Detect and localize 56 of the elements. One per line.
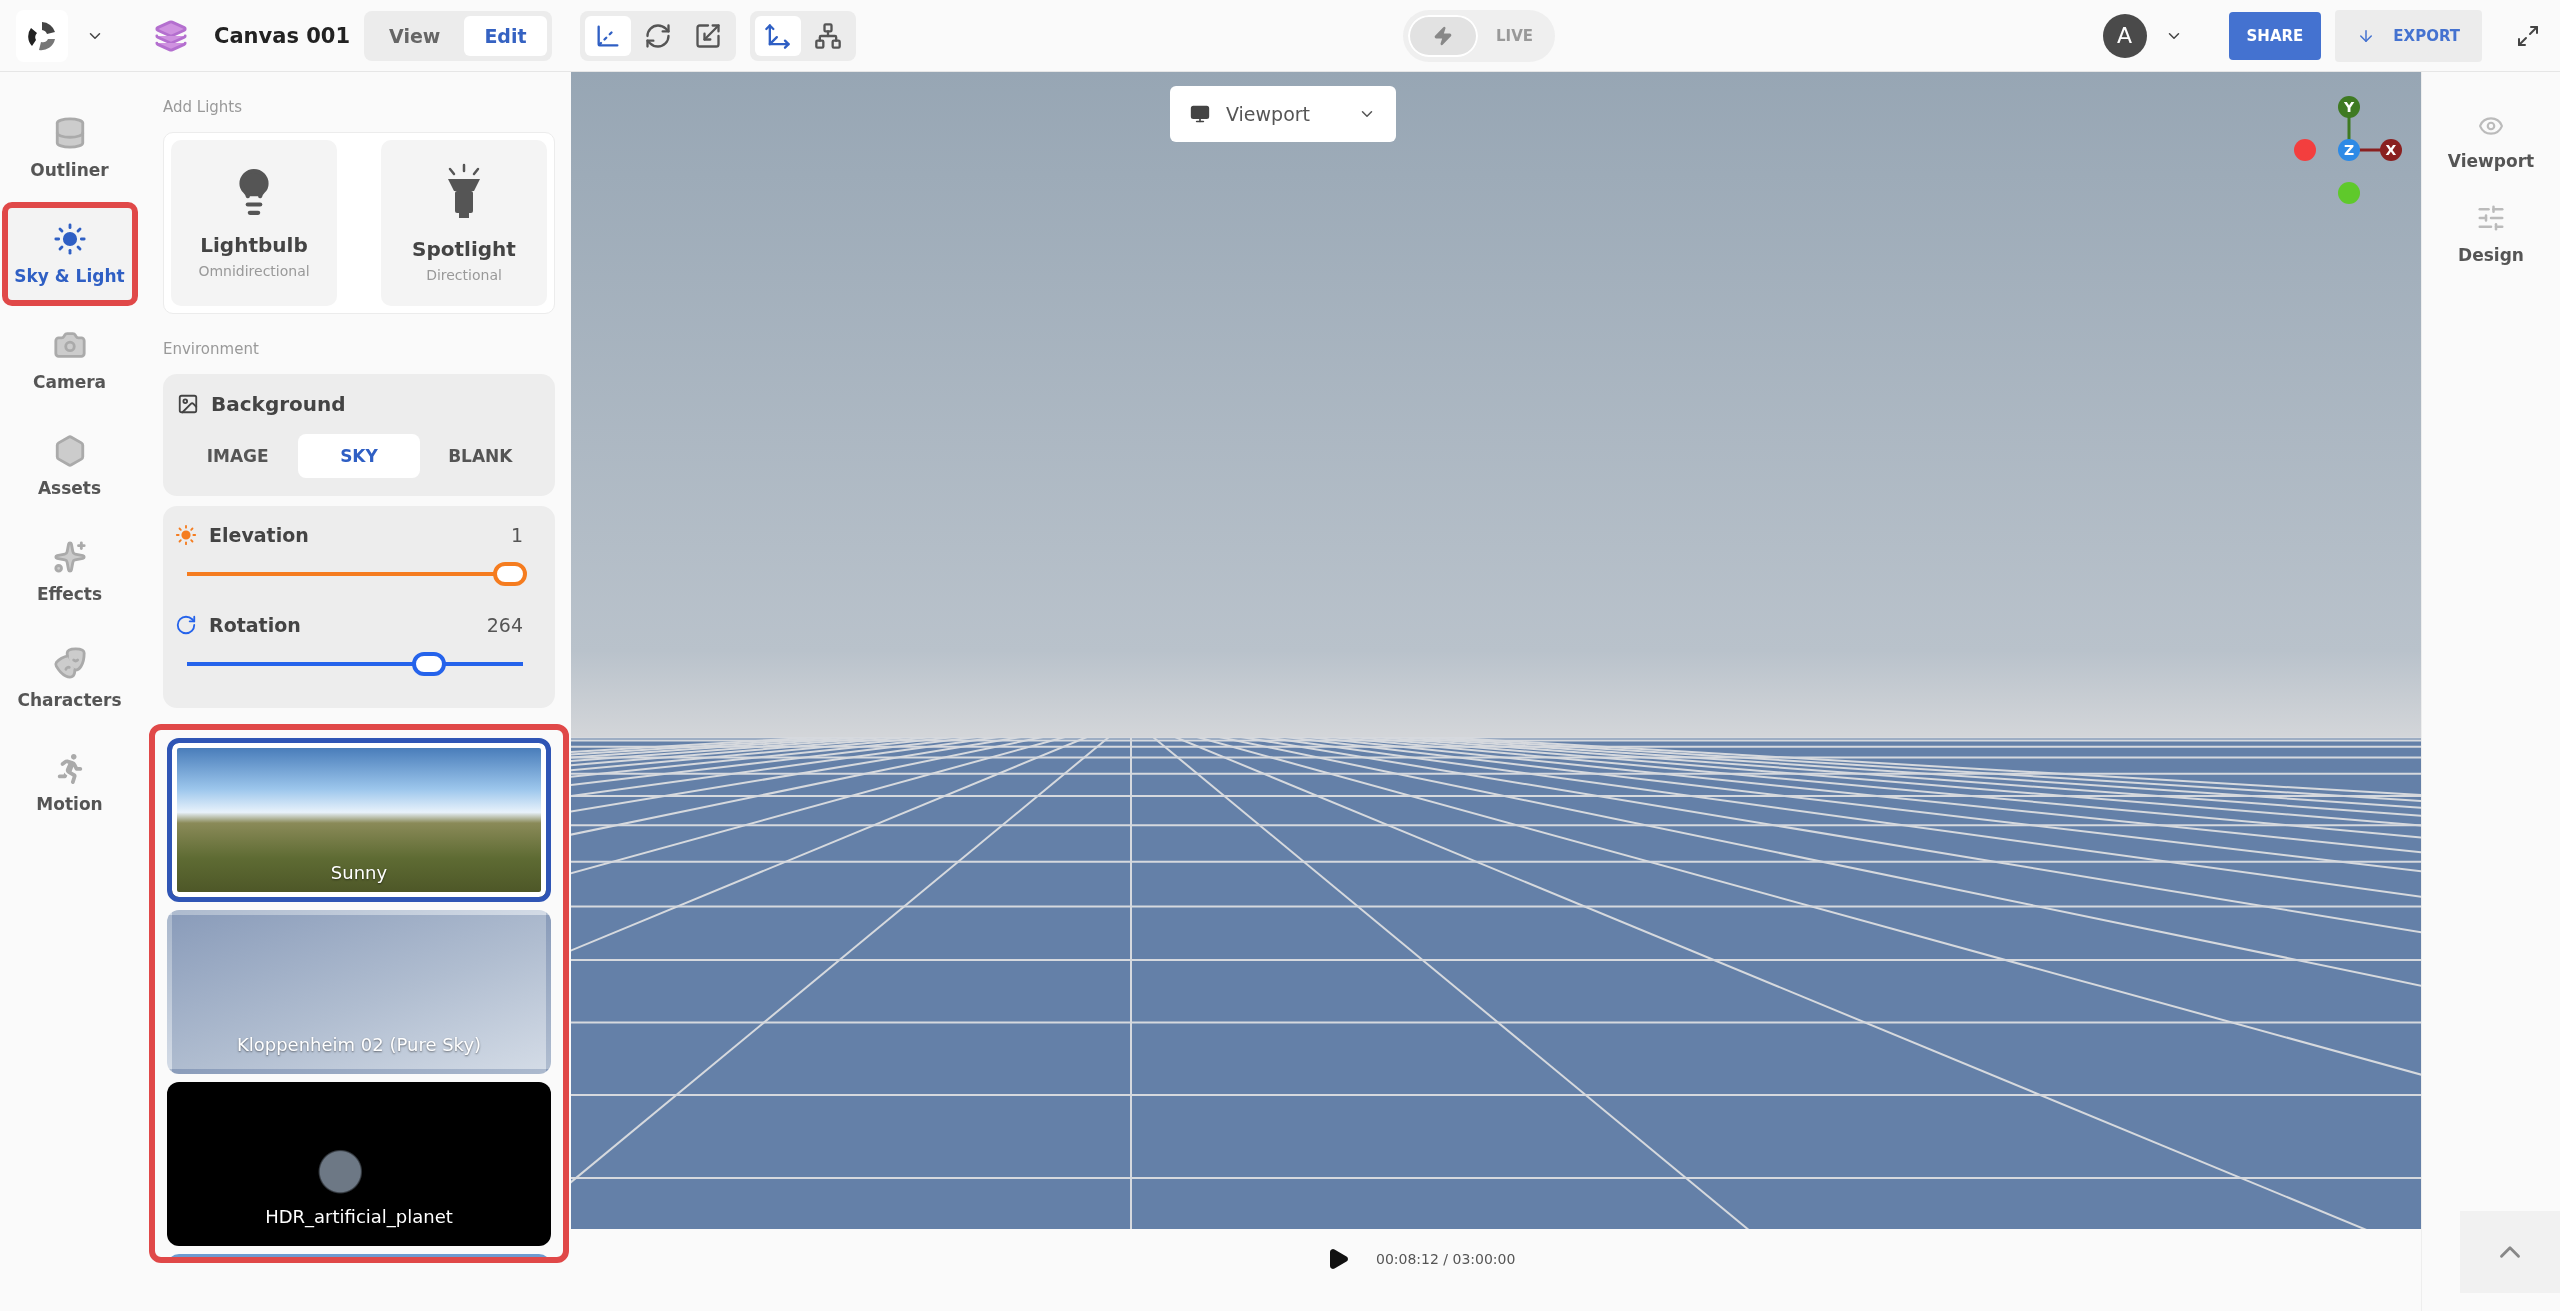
x-axis-label: X <box>2380 139 2402 161</box>
sidebar-item[interactable]: Assets <box>1 414 138 518</box>
sky-preset-card[interactable]: Sunny <box>167 738 551 902</box>
axis-dot-icon <box>2294 139 2316 161</box>
canvas-title: Canvas 001 <box>214 23 351 48</box>
slider-value: 264 <box>486 614 523 636</box>
export-button[interactable]: EXPORT <box>2335 9 2482 62</box>
slider-value: 1 <box>510 524 523 546</box>
network-icon <box>813 21 842 50</box>
slider-label: Elevation <box>209 524 310 546</box>
light-subtitle: Directional <box>426 267 502 283</box>
background-tab[interactable]: SKY <box>298 434 420 478</box>
slider-thumb[interactable] <box>411 652 446 676</box>
move-axes-icon <box>763 21 792 50</box>
slider-thumb[interactable] <box>492 562 527 586</box>
sidebar-item[interactable]: Motion <box>1 732 138 836</box>
background-tab[interactable]: IMAGE <box>177 434 299 478</box>
sidebar-item[interactable]: Sky & Light <box>1 202 138 306</box>
sidebar-item[interactable]: Characters <box>1 626 138 730</box>
light-subtitle: Omnidirectional <box>198 263 310 279</box>
viewport-dropdown[interactable]: Viewport <box>1170 86 1396 142</box>
sidebar-item[interactable]: Camera <box>1 308 138 412</box>
share-button[interactable]: SHARE <box>2228 11 2322 60</box>
sidebar-item[interactable]: Viewport <box>2441 112 2541 172</box>
mode-tab[interactable]: View <box>369 15 461 56</box>
sliders-icon <box>2476 203 2506 233</box>
background-tab[interactable]: BLANK <box>419 434 541 478</box>
move-axes-tool-button[interactable] <box>754 15 801 56</box>
sky-preset-card[interactable]: HDR_artificial_planet <box>167 1082 551 1246</box>
monitor-icon <box>1190 104 1210 124</box>
sidebar-item[interactable]: Design <box>2452 202 2530 266</box>
sidebar-item[interactable]: Outliner <box>1 96 138 200</box>
light-title: Lightbulb <box>200 233 308 257</box>
image-icon <box>177 393 199 415</box>
y-axis-label: Y <box>2338 96 2360 118</box>
sun-icon <box>175 524 197 546</box>
section-heading: Add Lights <box>163 98 244 116</box>
light-option[interactable]: Lightbulb Omnidirectional <box>171 140 337 306</box>
rotate-icon <box>643 21 672 50</box>
slider-label: Rotation <box>209 614 302 636</box>
user-avatar[interactable]: A <box>2102 13 2147 58</box>
viewport-canvas[interactable]: Viewport Y Z X <box>571 72 2421 1229</box>
z-axis-label: Z <box>2338 139 2360 161</box>
axes-tool-button[interactable] <box>584 15 631 56</box>
mode-tab[interactable]: Edit <box>464 15 547 56</box>
section-heading: Environment <box>163 340 260 358</box>
sidebar-item[interactable]: Effects <box>1 520 138 624</box>
light-option[interactable]: Spotlight Directional <box>381 140 547 306</box>
light-title: Spotlight <box>412 237 516 261</box>
timecode: 00:08:12 / 03:00:00 <box>1376 1251 1516 1267</box>
card-title: Background <box>211 392 346 416</box>
scale-icon <box>693 21 722 50</box>
lightning-icon <box>1433 25 1454 46</box>
rotate-icon <box>175 614 197 636</box>
app-logo[interactable] <box>16 9 68 62</box>
axis-dot-icon <box>2338 182 2360 204</box>
